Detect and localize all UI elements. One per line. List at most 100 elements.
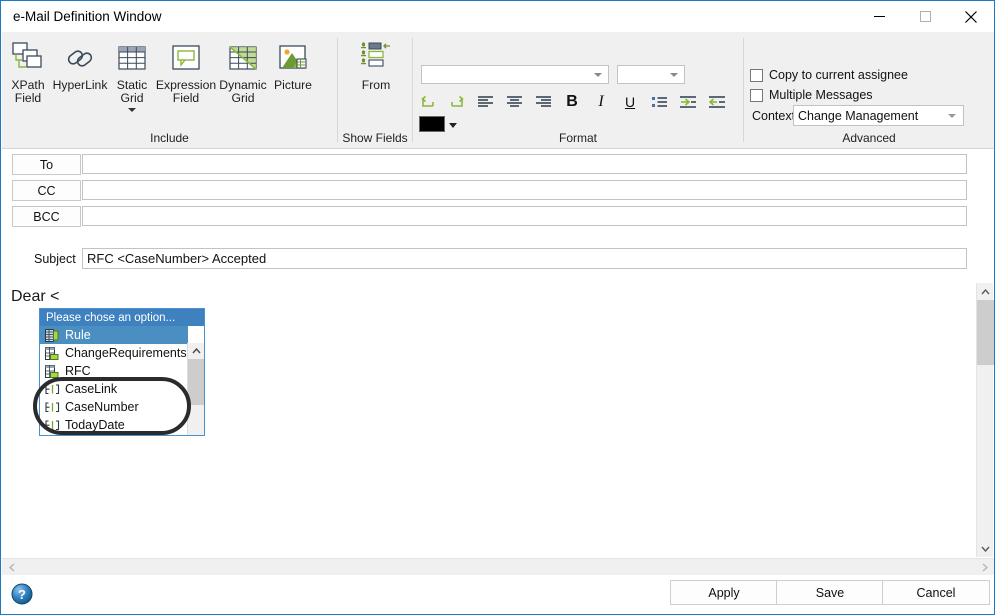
maximize-icon <box>919 11 931 22</box>
multiple-messages-checkbox-box[interactable] <box>750 88 763 102</box>
window-title: e-Mail Definition Window <box>13 9 162 24</box>
from-button[interactable]: From <box>352 36 400 92</box>
multiple-messages-label: Multiple Messages <box>769 88 873 102</box>
save-label: Save <box>815 585 845 600</box>
dropdown-item-rule[interactable]: Rule <box>40 326 188 344</box>
undo-arrow-icon <box>421 95 434 107</box>
undo-button[interactable] <box>416 90 440 114</box>
bullet-list-icon <box>651 97 667 107</box>
bcc-button[interactable]: BCC <box>12 206 81 227</box>
context-label: Context <box>752 109 796 123</box>
svg-text:?: ? <box>18 587 26 602</box>
grid-field-icon <box>44 346 60 361</box>
hyperlink-label-1: HyperLink <box>52 78 108 92</box>
align-center-button[interactable] <box>502 90 526 114</box>
cc-input[interactable] <box>82 180 967 200</box>
font-size-chevron-down-icon <box>670 72 678 77</box>
xpath-field-label-2: Field <box>14 91 42 105</box>
hyperlink-button[interactable]: HyperLink <box>52 36 108 92</box>
bold-button[interactable]: B <box>560 90 584 114</box>
align-left-icon <box>477 96 493 107</box>
dynamic-grid-button[interactable]: Dynamic Grid <box>218 36 268 105</box>
bcc-input[interactable] <box>82 206 967 226</box>
close-icon <box>965 10 977 23</box>
dropdown-item-label: CaseLink <box>65 382 118 396</box>
italic-icon: I <box>598 93 604 110</box>
dropdown-item-changerequirements[interactable]: ChangeRequirements <box>40 344 188 362</box>
subject-input[interactable] <box>82 248 967 269</box>
scroll-left-arrow-icon[interactable] <box>3 559 20 575</box>
font-color-button[interactable] <box>419 116 445 132</box>
redo-arrow-icon <box>451 95 464 107</box>
scroll-up-arrow-icon[interactable] <box>977 283 994 300</box>
cc-button[interactable]: CC <box>12 180 81 201</box>
static-grid-label-2: Grid <box>120 91 144 105</box>
dropdown-item-label: Rule <box>65 328 91 342</box>
field-option-dropdown[interactable]: Please chose an option... Rule ChangeReq… <box>39 308 205 436</box>
underline-button[interactable]: U <box>618 90 642 114</box>
copy-assignee-label: Copy to current assignee <box>769 68 908 82</box>
ribbon-toolbar: Include XPath Field HyperLink Static Gri… <box>2 32 994 149</box>
dropdown-item-rfc[interactable]: RFC <box>40 362 188 380</box>
expression-field-button[interactable]: Expression Field <box>156 36 216 105</box>
help-question-icon[interactable]: ? <box>11 583 33 605</box>
bullet-list-button[interactable] <box>647 90 671 114</box>
redo-button[interactable] <box>445 90 469 114</box>
save-button[interactable]: Save <box>776 580 884 605</box>
ribbon-group-advanced-label: Advanced <box>842 131 896 145</box>
dropdown-item-caselink[interactable]: CaseLink <box>40 380 188 398</box>
font-family-combo[interactable] <box>421 65 609 84</box>
ribbon-group-show-fields-label: Show Fields <box>342 131 408 145</box>
context-combo[interactable]: Change Management <box>793 105 964 126</box>
context-value: Change Management <box>798 108 919 123</box>
body-vertical-scrollbar[interactable] <box>976 283 994 557</box>
scroll-right-arrow-icon[interactable] <box>976 559 993 575</box>
close-button[interactable] <box>948 1 994 32</box>
dropdown-scroll-thumb[interactable] <box>188 359 204 405</box>
from-icon <box>356 40 396 76</box>
to-button[interactable]: To <box>12 154 81 175</box>
context-chevron-down-icon <box>948 113 956 118</box>
to-input[interactable] <box>82 154 967 174</box>
font-color-chevron-down-icon[interactable] <box>449 123 457 128</box>
body-scroll-thumb[interactable] <box>977 300 994 365</box>
static-grid-icon <box>112 40 152 76</box>
dropdown-scroll-up-arrow-icon[interactable] <box>188 343 204 359</box>
indent-increase-button[interactable] <box>676 90 700 114</box>
rule-grid-icon <box>44 328 60 343</box>
expression-field-label-2: Field <box>172 91 200 105</box>
body-horizontal-scrollbar[interactable] <box>2 558 994 575</box>
copy-to-current-assignee-checkbox[interactable]: Copy to current assignee <box>750 68 908 82</box>
align-left-button[interactable] <box>473 90 497 114</box>
apply-label: Apply <box>708 585 740 600</box>
expression-field-icon <box>166 40 206 76</box>
static-grid-label-1: Static <box>116 78 148 92</box>
font-family-chevron-down-icon <box>594 72 602 77</box>
minimize-button[interactable] <box>856 1 902 32</box>
maximize-button[interactable] <box>902 1 948 32</box>
subject-label: Subject <box>34 252 76 266</box>
xpath-field-button[interactable]: XPath Field <box>6 36 50 105</box>
indent-decrease-icon <box>708 96 725 108</box>
font-size-combo[interactable] <box>617 65 685 84</box>
scroll-down-arrow-icon[interactable] <box>977 540 994 557</box>
indent-decrease-button[interactable] <box>705 90 729 114</box>
dropdown-scrollbar[interactable] <box>187 343 204 435</box>
apply-button[interactable]: Apply <box>670 580 778 605</box>
hyperlink-icon <box>60 40 100 76</box>
align-right-button[interactable] <box>531 90 555 114</box>
ribbon-group-include-label: Include <box>150 131 189 145</box>
copy-assignee-checkbox-box[interactable] <box>750 68 763 82</box>
email-definition-window: e-Mail Definition Window Include XPath F… <box>0 0 995 615</box>
static-grid-button[interactable]: Static Grid <box>110 36 154 112</box>
static-grid-chevron-down-icon[interactable] <box>128 108 136 112</box>
dynamic-grid-label-2: Grid <box>231 91 255 105</box>
italic-button[interactable]: I <box>589 90 613 114</box>
grid-field-icon <box>44 364 60 379</box>
cancel-button[interactable]: Cancel <box>882 580 990 605</box>
multiple-messages-checkbox[interactable]: Multiple Messages <box>750 88 873 102</box>
dropdown-item-casenumber[interactable]: CaseNumber <box>40 398 188 416</box>
dropdown-item-todaydate[interactable]: TodayDate <box>40 416 188 434</box>
picture-button[interactable]: Picture <box>270 36 316 92</box>
dropdown-list[interactable]: Rule ChangeRequirements RFC CaseLink Cas… <box>40 326 204 435</box>
